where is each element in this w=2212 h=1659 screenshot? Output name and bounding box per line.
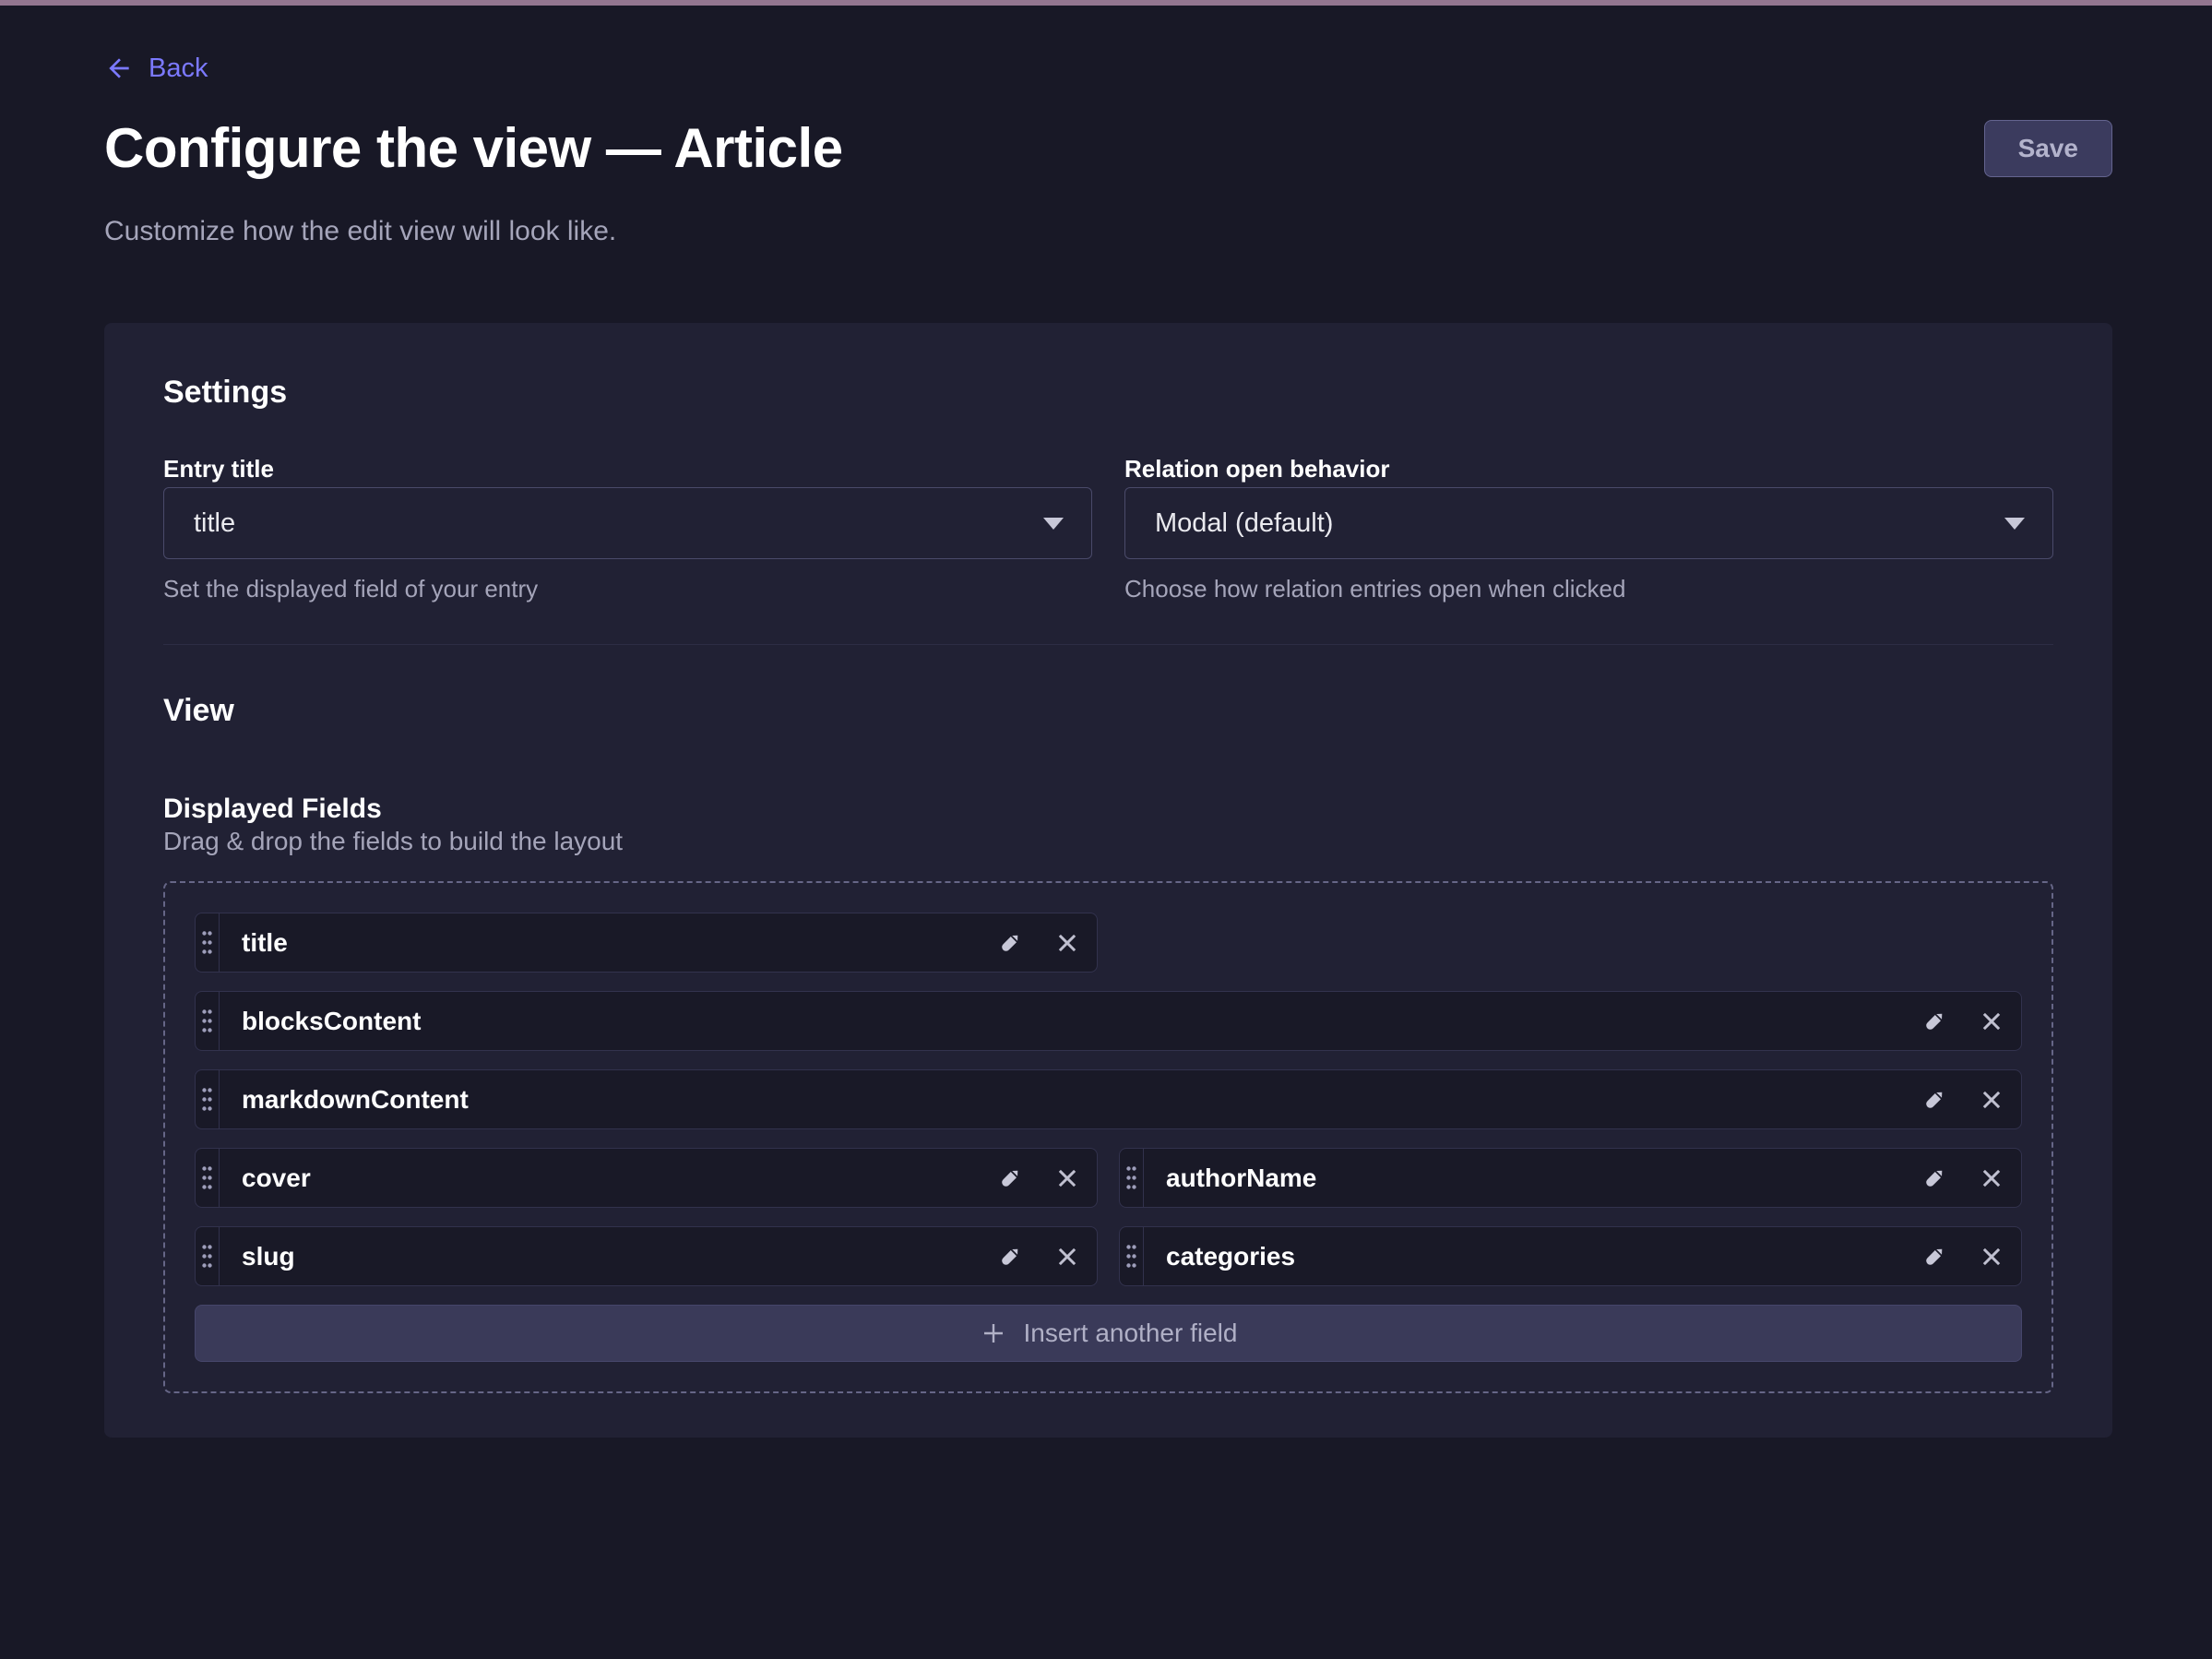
relation-open-behavior-field: Relation open behavior Modal (default) C… [1124,456,2053,603]
entry-title-select[interactable]: title [163,487,1092,559]
pencil-icon [996,1243,1024,1271]
view-heading: View [163,691,2053,730]
field-name: authorName [1144,1164,1916,1193]
displayed-fields-title: Displayed Fields [163,794,2053,824]
drag-dots-icon [201,929,213,956]
edit-field-button[interactable] [1916,1238,1953,1275]
page-title: Configure the view — Article [104,120,843,177]
edit-field-button[interactable] [1916,1160,1953,1197]
insert-field-label: Insert another field [1024,1319,1238,1348]
field-row[interactable]: markdownContent [195,1069,2022,1129]
edit-field-button[interactable] [1916,1081,1953,1118]
pencil-icon [1921,1243,1948,1271]
pencil-icon [996,929,1024,957]
chevron-down-icon [1043,518,1064,530]
field-actions [992,1227,1097,1285]
settings-heading: Settings [163,373,2053,412]
drag-dots-icon [201,1086,213,1113]
field-row[interactable]: title [195,913,1098,973]
cross-icon [1978,1086,2005,1114]
relation-open-behavior-value: Modal (default) [1155,508,1333,539]
remove-field-button[interactable] [1973,1238,2010,1275]
field-name: markdownContent [220,1085,1916,1115]
drag-handle[interactable] [196,992,220,1050]
entry-title-label: Entry title [163,456,1092,482]
page-subtitle: Customize how the edit view will look li… [104,217,2112,246]
entry-title-hint: Set the displayed field of your entry [163,575,1092,603]
settings-grid: Entry title title Set the displayed fiel… [163,456,2053,603]
plus-icon [980,1319,1007,1347]
drag-handle[interactable] [196,1227,220,1285]
edit-field-button[interactable] [992,925,1029,961]
back-label: Back [149,54,208,83]
field-row[interactable]: authorName [1119,1148,2022,1208]
save-button[interactable]: Save [1984,120,2112,177]
drag-dots-icon [1125,1164,1137,1191]
remove-field-button[interactable] [1973,1003,2010,1040]
field-actions [1916,1149,2021,1207]
relation-open-behavior-label: Relation open behavior [1124,456,2053,482]
relation-open-behavior-select[interactable]: Modal (default) [1124,487,2053,559]
field-name: categories [1144,1242,1916,1271]
field-row[interactable]: cover [195,1148,1098,1208]
page-header: Configure the view — Article Save [104,120,2112,177]
fields-grid: title [195,913,2022,1362]
cross-icon [1053,1164,1081,1192]
drag-handle[interactable] [196,1070,220,1128]
drag-dots-icon [1125,1243,1137,1270]
drag-handle[interactable] [1120,1149,1144,1207]
remove-field-button[interactable] [1973,1160,2010,1197]
edit-field-button[interactable] [992,1160,1029,1197]
edit-field-button[interactable] [992,1238,1029,1275]
displayed-fields-hint: Drag & drop the fields to build the layo… [163,828,2053,855]
field-row[interactable]: slug [195,1226,1098,1286]
field-row[interactable]: categories [1119,1226,2022,1286]
drag-dots-icon [201,1164,213,1191]
configure-view-page: Back Configure the view — Article Save C… [0,6,2212,1438]
edit-field-button[interactable] [1916,1003,1953,1040]
back-link[interactable]: Back [104,54,208,83]
cross-icon [1053,929,1081,957]
arrow-left-icon [104,54,134,83]
chevron-down-icon [2004,518,2025,530]
field-name: slug [220,1242,992,1271]
entry-title-field: Entry title title Set the displayed fiel… [163,456,1092,603]
pencil-icon [1921,1086,1948,1114]
fields-dropzone: title [163,881,2053,1393]
field-name: title [220,928,992,958]
relation-open-behavior-hint: Choose how relation entries open when cl… [1124,575,2053,603]
remove-field-button[interactable] [1049,925,1086,961]
pencil-icon [996,1164,1024,1192]
section-divider [163,644,2053,645]
drag-handle[interactable] [1120,1227,1144,1285]
field-actions [1916,992,2021,1050]
remove-field-button[interactable] [1049,1238,1086,1275]
pencil-icon [1921,1164,1948,1192]
field-name: blocksContent [220,1007,1916,1036]
cross-icon [1978,1243,2005,1271]
drag-handle[interactable] [196,1149,220,1207]
insert-field-button[interactable]: Insert another field [195,1305,2022,1362]
cross-icon [1978,1164,2005,1192]
entry-title-value: title [194,508,235,539]
pencil-icon [1921,1008,1948,1035]
field-actions [992,913,1097,972]
drag-handle[interactable] [196,913,220,972]
cross-icon [1978,1008,2005,1035]
field-name: cover [220,1164,992,1193]
drag-dots-icon [201,1243,213,1270]
remove-field-button[interactable] [1049,1160,1086,1197]
field-row[interactable]: blocksContent [195,991,2022,1051]
configuration-card: Settings Entry title title Set the displ… [104,323,2112,1438]
field-actions [1916,1070,2021,1128]
remove-field-button[interactable] [1973,1081,2010,1118]
field-actions [992,1149,1097,1207]
cross-icon [1053,1243,1081,1271]
drag-dots-icon [201,1008,213,1034]
field-actions [1916,1227,2021,1285]
